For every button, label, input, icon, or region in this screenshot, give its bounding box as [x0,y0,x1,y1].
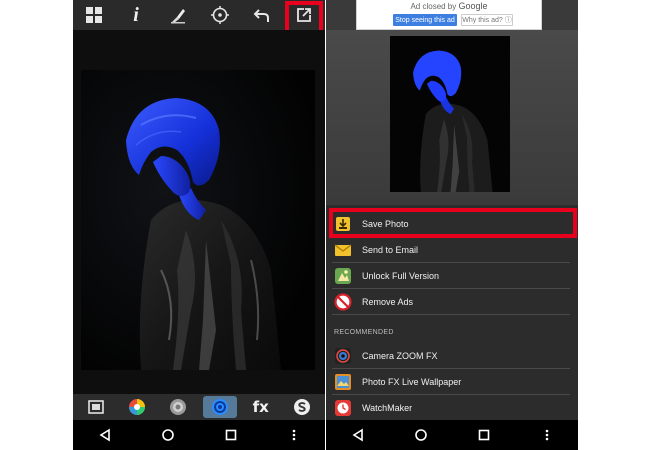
menu-item-label: Remove Ads [362,296,414,307]
back-button[interactable] [90,420,120,450]
watchmaker-icon [334,399,352,417]
menu-item-photo-fx-live-wallpaper[interactable]: Photo FX Live Wallpaper [332,369,570,395]
back-triangle-icon [351,428,363,442]
recents-square-icon [478,429,489,441]
home-circle-icon [414,429,427,441]
camera-zoom-fx-icon [334,347,352,365]
s-button[interactable] [285,396,319,418]
lens-button[interactable] [161,396,195,418]
recents-button[interactable] [469,420,499,450]
menu-item-remove-ads[interactable]: Remove Ads [332,289,570,315]
crop-button[interactable] [79,396,113,418]
menu-item-label: Photo FX Live Wallpaper [362,376,462,387]
back-button[interactable] [343,420,373,450]
editor-canvas [73,30,325,394]
grid-icon [86,7,102,23]
left-phone-screen: i fx [73,0,325,450]
lens-icon [170,399,187,415]
ad-closed-text: Ad closed by Google [357,1,541,11]
photo-fx-live-wallpaper-icon [334,373,352,391]
email-icon [334,241,352,259]
ad-closed-label: Ad closed by [410,2,457,11]
recommended-section-label: RECOMMENDED [334,329,394,336]
preview-photo [390,36,510,192]
overflow-menu-button[interactable] [279,420,309,450]
woman-portrait-thumbnail [390,36,510,192]
share-menu: Save Photo Send to Email Unlock Full Ver… [326,205,578,420]
menu-item-label: Camera ZOOM FX [362,350,438,361]
circle-filter-icon [211,399,228,415]
target-button[interactable] [199,0,241,30]
circle-filter-button[interactable] [202,396,237,418]
google-brand: Google [458,1,488,11]
remove-ads-icon [334,292,352,311]
s-icon [293,399,310,415]
screenshot-stage: i fx Ad closed by Google Stop seeing thi… [0,0,650,450]
menu-item-unlock-full-version[interactable]: Unlock Full Version [332,263,570,289]
target-icon [211,6,229,24]
color-wheel-icon [129,399,146,415]
overflow-menu-button[interactable] [532,420,562,450]
undo-icon [253,9,269,22]
stop-seeing-ad-button[interactable]: Stop seeing this ad [393,14,457,26]
menu-item-label: Unlock Full Version [362,270,440,281]
home-circle-icon [161,429,174,441]
brush-icon [171,9,185,24]
photo-preview-area [326,30,578,205]
android-nav-bar-right [326,420,578,450]
back-triangle-icon [98,428,110,442]
save-photo-highlight-box [329,208,577,238]
right-phone-screen: Ad closed by Google Stop seeing this ad … [326,0,578,450]
edited-photo [81,70,315,370]
info-icon: i [133,3,139,26]
menu-item-label: Send to Email [362,244,419,255]
android-nav-bar-left [73,420,325,450]
color-wheel-button[interactable] [120,396,154,418]
info-button[interactable]: i [115,0,157,30]
menu-item-watchmaker[interactable]: WatchMaker [332,395,570,421]
fx-button[interactable]: fx [244,396,278,418]
grid-button[interactable] [73,0,115,30]
fx-icon: fx [252,398,269,416]
menu-item-send-email[interactable]: Send to Email [332,237,570,263]
menu-item-camera-zoom-fx[interactable]: Camera ZOOM FX [332,343,570,369]
recents-square-icon [225,429,236,441]
crop-icon [88,400,104,414]
effects-bar: fx [73,394,325,420]
ad-banner-area: Ad closed by Google Stop seeing this ad … [326,0,578,30]
vertical-dots-icon [545,429,548,441]
home-button[interactable] [153,420,183,450]
why-this-ad-button[interactable]: Why this ad? ⓘ [461,14,513,26]
menu-item-label: WatchMaker [362,403,413,413]
home-button[interactable] [406,420,436,450]
woman-portrait-image [81,70,315,370]
unlock-icon [334,267,352,285]
brush-button[interactable] [157,0,199,30]
vertical-dots-icon [292,429,295,441]
undo-button[interactable] [241,0,283,30]
recents-button[interactable] [216,420,246,450]
ad-closed-card: Ad closed by Google Stop seeing this ad … [356,0,542,30]
